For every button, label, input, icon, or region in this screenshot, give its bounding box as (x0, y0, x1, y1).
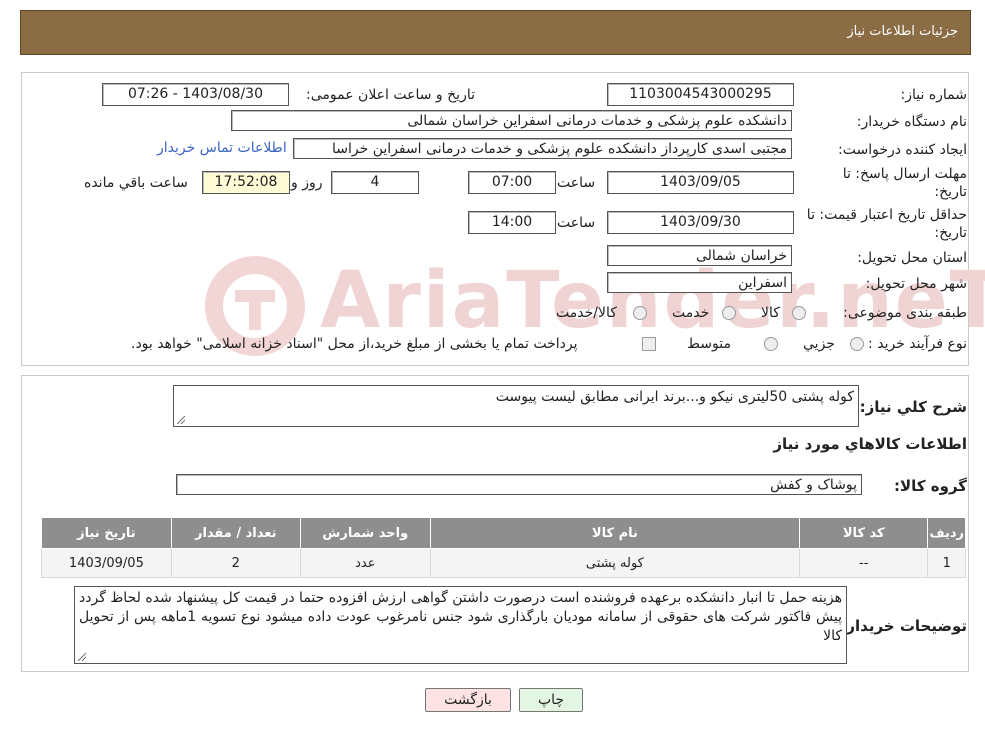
validity-date-field: 1403/09/30 (607, 211, 794, 234)
announce-label: تاریخ و ساعت اعلان عمومی: (306, 87, 475, 103)
summary-text: کوله پشتی 50لیتری نیکو و...برند ایرانی م… (495, 389, 854, 405)
page-header: جزئیات اطلاعات نیاز (20, 10, 971, 55)
category-goods-service-radio[interactable] (633, 306, 647, 320)
cell-item-code: -- (798, 548, 929, 578)
watermark-text: AriaTender.neT (320, 256, 985, 346)
summary-textarea[interactable]: کوله پشتی 50لیتری نیکو و...برند ایرانی م… (173, 385, 859, 427)
process-type-label: نوع فرآیند خرید : (868, 336, 967, 352)
process-medium-radio[interactable] (764, 337, 778, 351)
validity-time-field: 14:00 (468, 211, 556, 234)
table-row: 1 -- کوله پشتی عدد 2 1403/09/05 (41, 548, 966, 578)
category-label: طبقه بندی موضوعی: (843, 305, 967, 321)
days-remaining-field: 4 (331, 171, 419, 194)
page-title: جزئیات اطلاعات نیاز (847, 24, 958, 39)
creator-field: مجتبی اسدی کارپرداز دانشکده علوم پزشکی و… (293, 138, 792, 159)
remaining-word: ساعت باقي مانده (84, 175, 188, 191)
category-service-label: خدمت (672, 305, 710, 321)
validity-time-word: ساعت (557, 215, 596, 231)
buyer-org-label: نام دستگاه خریدار: (856, 114, 967, 130)
col-row-number: ردیف (927, 517, 966, 549)
process-minor-radio[interactable] (850, 337, 864, 351)
deadline-label: مهلت ارسال پاسخ: تا (842, 166, 967, 182)
buyer-notes-text: هزینه حمل تا انبار دانشکده برعهده فروشند… (79, 590, 842, 644)
buyer-org-field: دانشکده علوم پزشکی و خدمات درمانی اسفرای… (231, 110, 792, 131)
cell-row-number: 1 (927, 548, 966, 578)
col-unit: واحد شمارش (299, 517, 431, 549)
cell-unit: عدد (299, 548, 431, 578)
process-medium-label: متوسط (687, 336, 731, 352)
resize-grip-icon[interactable] (78, 653, 86, 661)
col-need-date: تاریخ نیاز (41, 517, 172, 549)
cell-quantity: 2 (170, 548, 301, 578)
goods-group-field: پوشاک و کفش (176, 474, 862, 495)
goods-table-header: ردیف کد کالا نام کالا واحد شمارش تعداد /… (41, 517, 966, 549)
treasury-checkbox[interactable] (642, 337, 656, 351)
days-word: روز و (291, 175, 323, 191)
city-field: اسفراین (607, 272, 792, 293)
treasury-note: پرداخت تمام یا بخشی از مبلغ خرید،از محل … (131, 336, 578, 352)
col-item-name: نام کالا (429, 517, 800, 549)
category-goods-label: کالا (761, 305, 780, 321)
cell-item-name: کوله پشتی (429, 548, 800, 578)
deadline-time-field: 07:00 (468, 171, 556, 194)
announce-datetime-field: 1403/08/30 - 07:26 (102, 83, 289, 106)
summary-label: شرح کلي نياز: (859, 398, 967, 416)
city-label: شهر محل تحویل: (865, 276, 967, 292)
print-button[interactable]: چاپ (519, 688, 583, 712)
back-button[interactable]: بازگشت (425, 688, 511, 712)
remaining-time-field: 17:52:08 (202, 171, 290, 194)
province-label: استان محل تحویل: (857, 250, 967, 266)
category-goods-radio[interactable] (792, 306, 806, 320)
buyer-notes-textarea[interactable]: هزینه حمل تا انبار دانشکده برعهده فروشند… (74, 586, 847, 664)
goods-table: ردیف کد کالا نام کالا واحد شمارش تعداد /… (41, 517, 966, 578)
buyer-notes-label: توضیحات خریدار: (840, 617, 967, 635)
deadline-date-field: 1403/09/05 (607, 171, 794, 194)
cell-need-date: 1403/09/05 (41, 548, 172, 578)
contact-buyer-link[interactable]: اطلاعات تماس خریدار (157, 140, 287, 156)
deadline-label-line2: تاریخ: (934, 184, 967, 200)
validity-label-line2: تاریخ: (934, 225, 967, 241)
goods-group-label: گروه کالا: (894, 477, 967, 495)
col-quantity: تعداد / مقدار (170, 517, 301, 549)
validity-label: حداقل تاریخ اعتبار قیمت: تا (806, 207, 967, 223)
resize-grip-icon[interactable] (177, 416, 185, 424)
goods-section-title: اطلاعات کالاهاي مورد نياز (773, 435, 967, 453)
process-minor-label: جزیي (803, 336, 835, 352)
need-number-field: 1103004543000295 (607, 83, 794, 106)
province-field: خراسان شمالی (607, 245, 792, 266)
category-service-radio[interactable] (722, 306, 736, 320)
creator-label: ایجاد کننده درخواست: (838, 142, 967, 158)
need-number-label: شماره نیاز: (900, 87, 968, 103)
deadline-time-word: ساعت (557, 175, 596, 191)
col-item-code: کد کالا (798, 517, 929, 549)
category-goods-service-label: کالا/خدمت (556, 305, 617, 321)
